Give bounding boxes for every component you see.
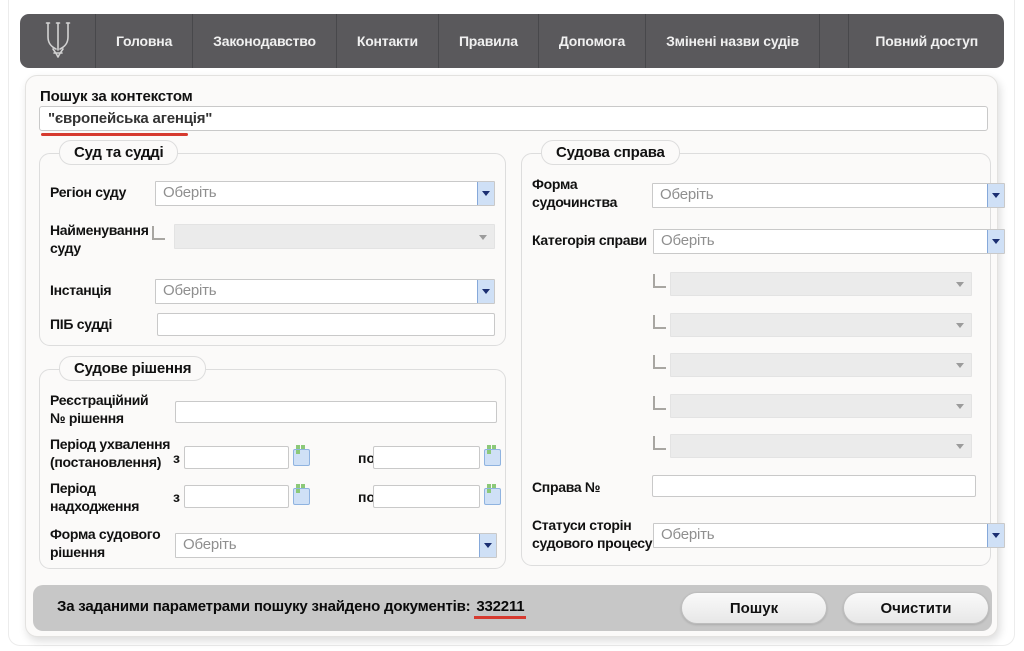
results-footer-bar: За заданими параметрами пошуку знайдено … (33, 585, 992, 631)
nav-item-help[interactable]: Допомога (539, 14, 646, 68)
court-decision-section: Судове рішення Реєстраційний № рішення П… (39, 369, 506, 569)
category-level-select-5 (670, 434, 972, 458)
registration-number-input[interactable] (175, 401, 497, 423)
dropdown-arrow-icon[interactable] (477, 182, 494, 205)
nav-item-legislation[interactable]: Законодавство (193, 14, 337, 68)
nav-item-home[interactable]: Головна (96, 14, 193, 68)
decision-section-legend: Судове рішення (59, 356, 206, 381)
case-section-legend: Судова справа (541, 140, 680, 165)
dropdown-arrow-icon[interactable] (987, 524, 1004, 547)
party-status-label: Статуси сторін судового процесу (532, 517, 652, 552)
category-level-select-4 (670, 394, 972, 418)
adoption-period-label: Період ухвалення (постановлення) (50, 436, 170, 471)
nav-item-renamed-courts[interactable]: Змінені назви судів (646, 14, 820, 68)
nav-item-contacts[interactable]: Контакти (337, 14, 439, 68)
registration-number-label: Реєстраційний № рішення (50, 392, 148, 427)
category-level-select-1 (670, 272, 972, 296)
court-region-value: Оберіть (156, 182, 477, 205)
court-name-label: Найменування суду (50, 222, 149, 257)
calendar-icon[interactable] (293, 488, 310, 505)
receipt-from-date-input[interactable] (184, 485, 289, 508)
case-category-label: Категорія справи (532, 232, 647, 250)
party-status-value: Оберіть (654, 524, 987, 547)
judge-name-input[interactable] (157, 313, 495, 336)
receipt-from-label: з (173, 489, 180, 505)
results-count: 332211 (474, 598, 526, 619)
search-form-card: Пошук за контекстом Суд та судді Регіон … (25, 75, 998, 637)
context-search-label: Пошук за контекстом (40, 88, 193, 105)
decision-form-select[interactable]: Оберіть (175, 533, 497, 558)
ukraine-trident-icon (43, 20, 73, 63)
court-instance-value: Оберіть (156, 280, 477, 303)
court-instance-label: Інстанція (50, 282, 111, 300)
dropdown-arrow-disabled-icon (956, 404, 964, 409)
top-navigation-bar: Головна Законодавство Контакти Правила Д… (20, 14, 1004, 68)
case-number-label: Справа № (532, 479, 600, 497)
case-number-input[interactable] (652, 475, 976, 497)
court-section-legend: Суд та судді (59, 140, 178, 165)
dropdown-arrow-disabled-icon (956, 444, 964, 449)
proceeding-form-value: Оберіть (653, 184, 987, 207)
nested-level-icon (653, 355, 666, 369)
dropdown-arrow-icon[interactable] (987, 184, 1004, 207)
receipt-to-date-input[interactable] (373, 485, 480, 508)
party-status-select[interactable]: Оберіть (653, 523, 1005, 548)
dropdown-arrow-disabled-icon (479, 235, 487, 240)
results-summary-text: За заданими параметрами пошуку знайдено … (57, 598, 526, 615)
receipt-period-label: Період надходження (50, 480, 139, 515)
calendar-icon[interactable] (293, 449, 310, 466)
dropdown-arrow-icon[interactable] (987, 230, 1004, 253)
adoption-from-label: з (173, 450, 180, 466)
court-and-judges-section: Суд та судді Регіон суду Оберіть Наймену… (39, 153, 506, 346)
nested-level-icon (653, 274, 666, 288)
trident-logo-link[interactable] (20, 14, 96, 68)
nested-level-icon (653, 396, 666, 410)
category-level-select-3 (670, 353, 972, 377)
court-name-select-disabled (174, 224, 495, 249)
dropdown-arrow-icon[interactable] (479, 534, 496, 557)
court-case-section: Судова справа Форма судочинства Оберіть … (521, 153, 991, 566)
decision-form-value: Оберіть (176, 534, 479, 557)
dropdown-arrow-icon[interactable] (477, 280, 494, 303)
results-label: За заданими параметрами пошуку знайдено … (57, 598, 470, 615)
category-level-select-2 (670, 313, 972, 337)
nav-spacer (820, 14, 849, 68)
nav-item-rules[interactable]: Правила (439, 14, 539, 68)
adoption-to-date-input[interactable] (373, 446, 480, 469)
context-search-input[interactable] (39, 106, 988, 131)
calendar-icon[interactable] (484, 449, 501, 466)
court-region-label: Регіон суду (50, 184, 126, 202)
dropdown-arrow-disabled-icon (956, 363, 964, 368)
dropdown-arrow-disabled-icon (956, 323, 964, 328)
search-button[interactable]: Пошук (681, 592, 827, 624)
clear-button[interactable]: Очистити (843, 592, 989, 624)
case-category-select[interactable]: Оберіть (653, 229, 1005, 254)
nested-level-icon (152, 226, 165, 240)
court-region-select[interactable]: Оберіть (155, 181, 495, 206)
proceeding-form-select[interactable]: Оберіть (652, 183, 1005, 208)
proceeding-form-label: Форма судочинства (532, 176, 617, 211)
court-instance-select[interactable]: Оберіть (155, 279, 495, 304)
nested-level-icon (653, 315, 666, 329)
court-registry-search-page: Головна Законодавство Контакти Правила Д… (0, 0, 1024, 651)
decision-form-label: Форма судового рішення (50, 526, 160, 561)
case-category-value: Оберіть (654, 230, 987, 253)
nested-level-icon (653, 436, 666, 450)
adoption-from-date-input[interactable] (184, 446, 289, 469)
nav-item-full-access[interactable]: Повний доступ (849, 14, 1004, 68)
annotation-red-underline-search (41, 133, 188, 136)
dropdown-arrow-disabled-icon (956, 282, 964, 287)
judge-name-label: ПІБ судді (50, 316, 112, 334)
calendar-icon[interactable] (484, 488, 501, 505)
